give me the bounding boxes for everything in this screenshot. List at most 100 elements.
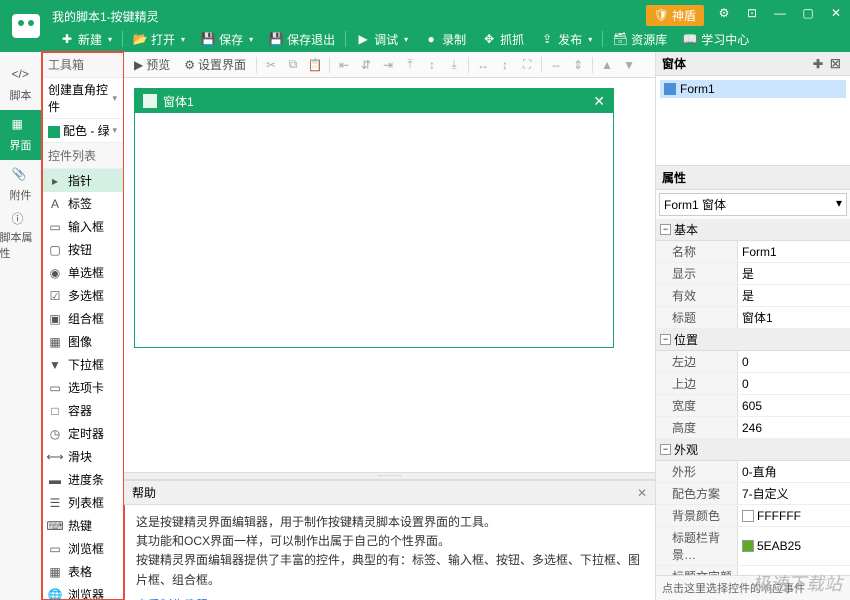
widget-图像[interactable]: ▦图像 — [42, 330, 123, 353]
menu-save[interactable]: 💾保存▾ — [193, 26, 261, 52]
style-combo[interactable]: 创建直角控件▾ — [42, 78, 123, 119]
prop-group-外观[interactable]: −外观 — [656, 439, 850, 461]
send-back-icon[interactable]: ▼ — [619, 55, 639, 75]
tutorial-link[interactable]: 查看制作教程 — [136, 596, 208, 600]
same-height-icon[interactable]: ↕ — [495, 55, 515, 75]
align-bottom-icon[interactable]: ⤓ — [444, 55, 464, 75]
widget-定时器[interactable]: ◷定时器 — [42, 422, 123, 445]
widget-选项卡[interactable]: ▭选项卡 — [42, 376, 123, 399]
paste-icon[interactable]: 📋 — [305, 55, 325, 75]
form-tree[interactable]: Form1 — [656, 76, 850, 166]
folder-icon: 📂 — [133, 32, 147, 46]
settings-icon[interactable]: ⚙ — [710, 0, 738, 26]
widget-列表框[interactable]: ☰列表框 — [42, 491, 123, 514]
widget-按钮[interactable]: ▢按钮 — [42, 238, 123, 261]
widget-浏览框[interactable]: ▭浏览框 — [42, 537, 123, 560]
hspace-icon[interactable]: ⇔ — [546, 55, 566, 75]
widget-icon: ⌨ — [48, 519, 62, 533]
copy-icon[interactable]: ⧉ — [283, 55, 303, 75]
widget-icon: ☑ — [48, 289, 62, 303]
vspace-icon[interactable]: ⇕ — [568, 55, 588, 75]
widget-进度条[interactable]: ▬进度条 — [42, 468, 123, 491]
prop-row[interactable]: 左边0 — [656, 351, 850, 373]
tree-item-form1[interactable]: Form1 — [660, 80, 846, 98]
nav-grid[interactable]: ▦界面 — [0, 110, 42, 160]
widget-输入框[interactable]: ▭输入框 — [42, 215, 123, 238]
widget-组合框[interactable]: ▣组合框 — [42, 307, 123, 330]
align-middle-icon[interactable]: ↕ — [422, 55, 442, 75]
help-body: 这是按键精灵界面编辑器，用于制作按键精灵脚本设置界面的工具。 其功能和OCX界面… — [124, 505, 655, 600]
maximize-button[interactable]: ▢ — [794, 0, 822, 26]
prop-row[interactable]: 显示是 — [656, 263, 850, 285]
menu-publish[interactable]: ⇪发布▾ — [532, 26, 600, 52]
settings-ui-button[interactable]: ⚙ 设置界面 — [178, 54, 252, 75]
delete-form-icon[interactable]: ☒ — [830, 57, 844, 71]
form-close-button[interactable]: ✕ — [593, 93, 605, 110]
widget-icon: ▣ — [48, 312, 62, 326]
shield-badge[interactable]: 🛡 神盾 — [646, 5, 704, 26]
widget-浏览器[interactable]: 🌐浏览器 — [42, 583, 123, 600]
cut-icon[interactable]: ✂ — [261, 55, 281, 75]
prop-row[interactable]: 上边0 — [656, 373, 850, 395]
prop-row[interactable]: 名称Form1 — [656, 241, 850, 263]
menu-folder[interactable]: 📂打开▾ — [125, 26, 193, 52]
prop-row[interactable]: 宽度605 — [656, 395, 850, 417]
widget-标签[interactable]: A标签 — [42, 192, 123, 215]
minimize-button[interactable]: — — [766, 0, 794, 26]
widget-表格[interactable]: ▦表格 — [42, 560, 123, 583]
widget-多选框[interactable]: ☑多选框 — [42, 284, 123, 307]
add-form-icon[interactable]: ✚ — [813, 57, 827, 71]
widget-下拉框[interactable]: ▼下拉框 — [42, 353, 123, 376]
widget-icon: ◷ — [48, 427, 62, 441]
align-left-icon[interactable]: ⇤ — [334, 55, 354, 75]
prop-row[interactable]: 标题窗体1 — [656, 307, 850, 329]
prop-row[interactable]: 外形0-直角 — [656, 461, 850, 483]
widget-单选框[interactable]: ◉单选框 — [42, 261, 123, 284]
widget-滑块[interactable]: ⟷滑块 — [42, 445, 123, 468]
splitter[interactable]: ⋯⋯⋯ — [124, 472, 655, 480]
object-selector[interactable]: Form1 窗体▾ — [659, 193, 847, 216]
widget-icon: ▸ — [48, 174, 62, 188]
close-button[interactable]: ✕ — [822, 0, 850, 26]
nav-attach[interactable]: 📎附件 — [0, 160, 42, 210]
align-top-icon[interactable]: ⤒ — [400, 55, 420, 75]
prop-row[interactable]: 标题栏背景…5EAB25 — [656, 527, 850, 566]
color-combo[interactable]: 配色 - 绿▾ — [42, 119, 123, 143]
menu-plus[interactable]: ✚新建▾ — [52, 26, 120, 52]
prop-row[interactable]: 背景颜色FFFFFF — [656, 505, 850, 527]
widget-指针[interactable]: ▸指针 — [42, 169, 123, 192]
menu-play[interactable]: ▶调试▾ — [348, 26, 416, 52]
preview-button[interactable]: ▶ 预览 — [128, 54, 176, 75]
same-size-icon[interactable]: ⛶ — [517, 55, 537, 75]
menu-record[interactable]: ●录制 — [416, 26, 474, 52]
align-center-icon[interactable]: ⇵ — [356, 55, 376, 75]
prop-group-基本[interactable]: −基本 — [656, 219, 850, 241]
menu-learn[interactable]: 📖学习中心 — [675, 26, 757, 52]
design-canvas[interactable]: 窗体1 ✕ — [124, 78, 655, 472]
widget-icon: □ — [48, 404, 62, 418]
widget-容器[interactable]: □容器 — [42, 399, 123, 422]
menu-save-exit[interactable]: 💾保存退出 — [261, 26, 343, 52]
menu-resource[interactable]: 🗃资源库 — [605, 26, 675, 52]
form-icon — [143, 94, 157, 108]
prop-row[interactable]: 有效是 — [656, 285, 850, 307]
nav-info[interactable]: ⓘ脚本属性 — [0, 210, 42, 260]
widget-icon: 🌐 — [48, 588, 62, 600]
toolbox-panel: 工具箱 创建直角控件▾ 配色 - 绿▾ 控件列表 ▸指针A标签▭输入框▢按钮◉单… — [42, 52, 124, 600]
menu-grab[interactable]: ✥抓抓 — [474, 26, 532, 52]
bring-front-icon[interactable]: ▲ — [597, 55, 617, 75]
same-width-icon[interactable]: ↔ — [473, 55, 493, 75]
forms-header: 窗体 — [662, 55, 686, 72]
widget-热键[interactable]: ⌨热键 — [42, 514, 123, 537]
form-window[interactable]: 窗体1 ✕ — [134, 88, 614, 348]
nav-code[interactable]: </>脚本 — [0, 60, 42, 110]
feedback-icon[interactable]: ⊡ — [738, 0, 766, 26]
prop-row[interactable]: 标题文字颜色FFFFFF — [656, 566, 850, 575]
save-icon: 💾 — [201, 32, 215, 46]
prop-row[interactable]: 高度246 — [656, 417, 850, 439]
prop-row[interactable]: 配色方案7-自定义 — [656, 483, 850, 505]
help-close-icon[interactable]: ✕ — [637, 486, 647, 500]
props-footer[interactable]: 点击这里选择控件的响应事件 — [656, 575, 850, 600]
prop-group-位置[interactable]: −位置 — [656, 329, 850, 351]
align-right-icon[interactable]: ⇥ — [378, 55, 398, 75]
